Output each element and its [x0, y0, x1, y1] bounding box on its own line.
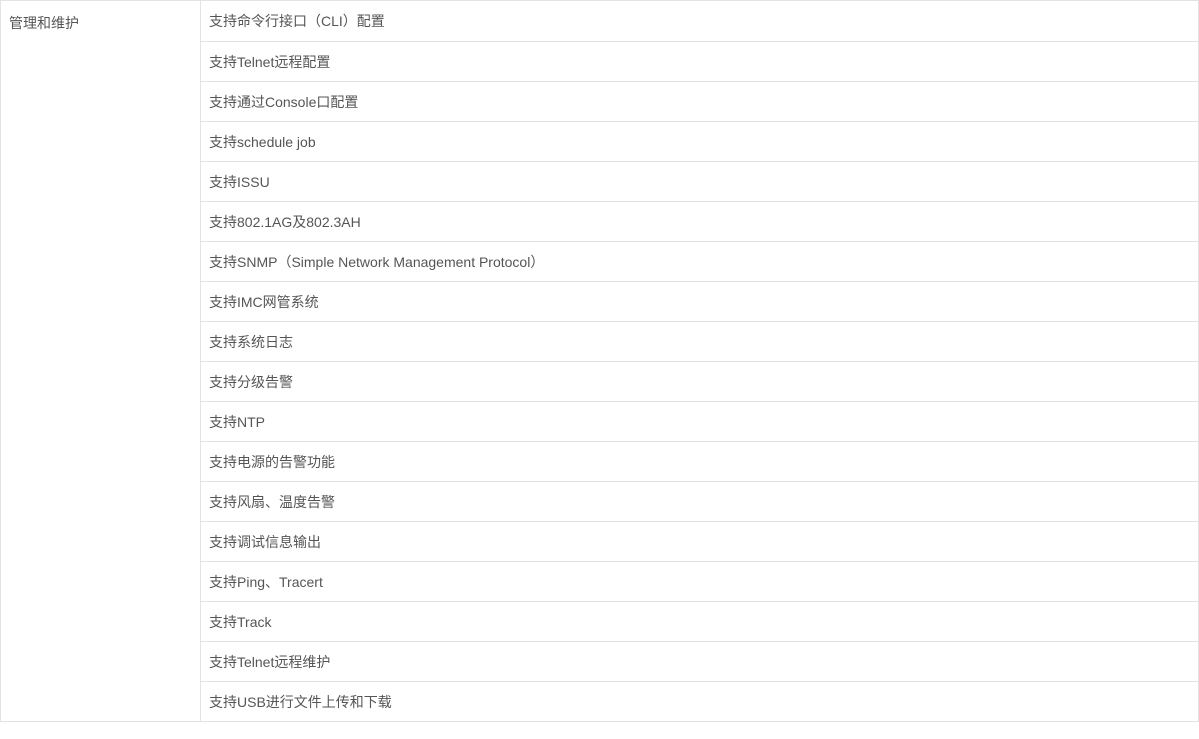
- feature-cell: 支持802.1AG及802.3AH: [200, 201, 1199, 242]
- feature-cell: 支持Ping、Tracert: [200, 561, 1199, 602]
- spec-table-body: 管理和维护 支持命令行接口（CLI）配置 支持Telnet远程配置 支持通过Conso…: [0, 0, 1199, 722]
- feature-cell: 支持电源的告警功能: [200, 441, 1199, 482]
- feature-cell: 支持USB进行文件上传和下载: [200, 681, 1199, 722]
- feature-cell: 支持通过Console口配置: [200, 81, 1199, 122]
- table-row: 管理和维护 支持命令行接口（CLI）配置: [0, 0, 1199, 722]
- feature-cell: 支持Telnet远程配置: [200, 41, 1199, 82]
- feature-cell: 支持调试信息输出: [200, 521, 1199, 562]
- spec-table: 管理和维护 支持命令行接口（CLI）配置 支持Telnet远程配置 支持通过Conso…: [0, 0, 1199, 722]
- feature-cell: 支持IMC网管系统: [200, 281, 1199, 322]
- feature-cell: 支持ISSU: [200, 161, 1199, 202]
- feature-cell: 支持Track: [200, 601, 1199, 642]
- category-cell: 管理和维护: [0, 0, 201, 722]
- feature-cell: 支持Telnet远程维护: [200, 641, 1199, 682]
- feature-cell: 支持风扇、温度告警: [200, 481, 1199, 522]
- feature-cell: 支持分级告警: [200, 361, 1199, 402]
- feature-cell: 支持SNMP（Simple Network Management Protoco…: [200, 241, 1199, 282]
- feature-cell: 支持schedule job: [200, 121, 1199, 162]
- feature-cell: 支持系统日志: [200, 321, 1199, 362]
- feature-cell: 支持命令行接口（CLI）配置: [200, 0, 1199, 42]
- feature-cell: 支持NTP: [200, 401, 1199, 442]
